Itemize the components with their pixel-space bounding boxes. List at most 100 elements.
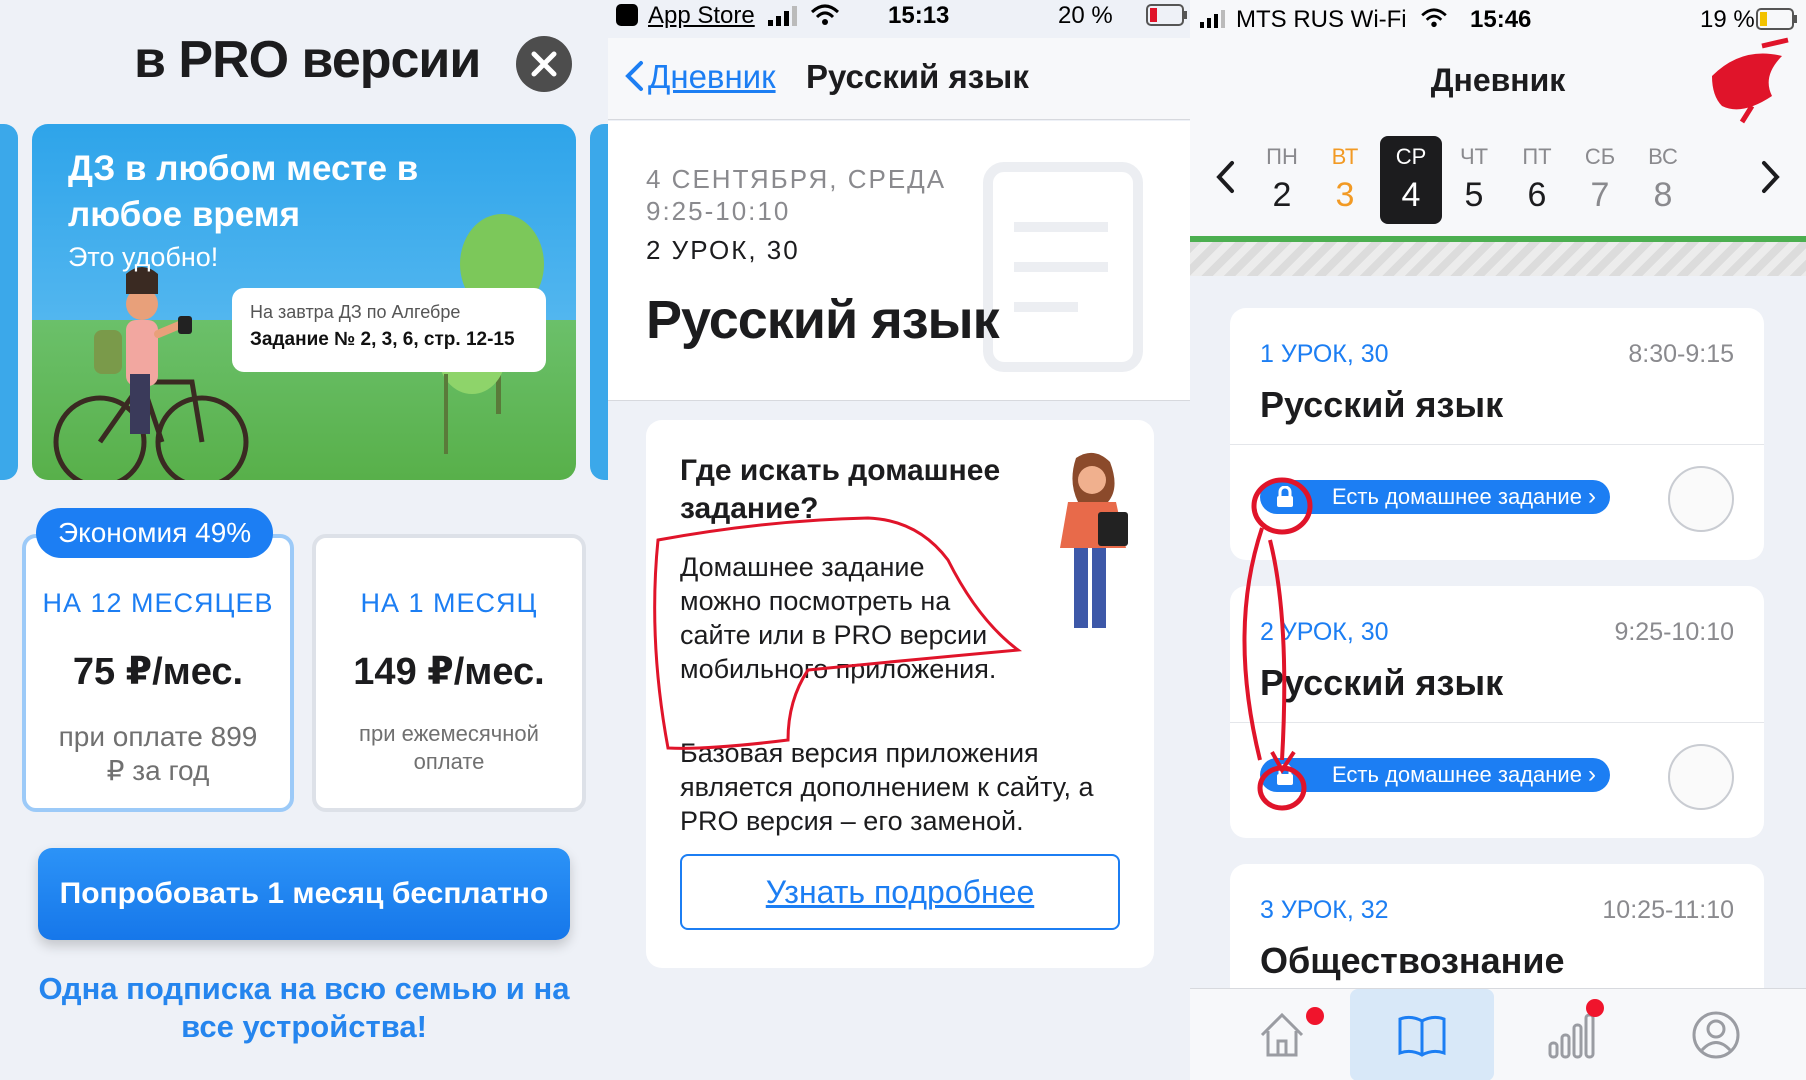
family-subscription-note: Одна подписка на всю семью и на все устр… bbox=[38, 971, 570, 1044]
signal-icon bbox=[1200, 10, 1225, 28]
teacher-illustration bbox=[1060, 452, 1128, 628]
homework-label: Есть домашнее задание bbox=[1332, 484, 1582, 509]
day-fri[interactable]: ПТ 6 bbox=[1509, 136, 1565, 224]
day-thu[interactable]: ЧТ 5 bbox=[1446, 136, 1502, 224]
homework-label: Есть домашнее задание bbox=[1332, 762, 1582, 787]
home-icon bbox=[1260, 1012, 1304, 1057]
day-wed-selected[interactable]: СР 4 bbox=[1380, 136, 1442, 224]
plan-1-month[interactable]: НА 1 МЕСЯЦ 149 ₽/мес. при ежемесячной оп… bbox=[312, 534, 586, 812]
notification-bubble: На завтра ДЗ по Алгебре Задание № 2, 3, … bbox=[232, 288, 546, 372]
carousel-prev-slide[interactable] bbox=[0, 124, 18, 480]
tab-grades[interactable] bbox=[1498, 989, 1642, 1080]
lesson-number: 1 УРОК, 30 bbox=[1260, 340, 1389, 368]
info-card: Где искать домашнее задание? Домашнее за… bbox=[646, 420, 1154, 968]
homework-pill[interactable]: Есть домашнее задание › bbox=[1260, 480, 1610, 514]
diary-header: MTS RUS Wi-Fi 15:46 19 % Дневник ПН 2 ВТ… bbox=[1190, 0, 1806, 236]
info-card-heading: Где искать домашнее задание? bbox=[680, 454, 1001, 525]
close-icon bbox=[531, 51, 557, 77]
day-date: 8 bbox=[1653, 176, 1673, 214]
chevron-left-icon bbox=[625, 61, 643, 91]
day-date: 4 bbox=[1401, 176, 1421, 214]
chevron-right-icon: › bbox=[1588, 483, 1596, 510]
day-date: 7 bbox=[1590, 176, 1610, 214]
chevron-left-icon[interactable] bbox=[1214, 160, 1236, 194]
done-checkbox[interactable] bbox=[1668, 466, 1734, 532]
lesson-header: 4 СЕНТЯБРЯ, СРЕДА 9:25-10:10 2 УРОК, 30 … bbox=[608, 121, 1190, 401]
info-card-text-2: Базовая версия приложения является допол… bbox=[680, 738, 1094, 836]
day-name: ВС bbox=[1648, 144, 1678, 169]
promo-heading: ДЗ в любом месте в любое время bbox=[68, 149, 419, 234]
battery-icon bbox=[1146, 4, 1187, 26]
lesson-card[interactable]: 2 УРОК, 30 9:25-10:10 Русский язык Есть … bbox=[1230, 586, 1764, 838]
done-checkbox[interactable] bbox=[1668, 744, 1734, 810]
plan-note: при оплате 899 ₽ за год bbox=[58, 721, 258, 786]
day-name: ПТ bbox=[1522, 144, 1552, 169]
status-bar: App Store 15:13 20 % bbox=[608, 0, 1190, 34]
nav-bar: Дневник Русский язык bbox=[608, 38, 1190, 120]
promo-slide[interactable]: ДЗ в любом месте в любое время Это удобн… bbox=[32, 124, 576, 480]
paywall-title: в PRO версии bbox=[134, 31, 481, 89]
tab-diary[interactable] bbox=[1350, 989, 1494, 1080]
lesson-time: 10:25-11:10 bbox=[1602, 896, 1734, 924]
tab-home[interactable] bbox=[1210, 989, 1354, 1080]
back-button-label: Дневник bbox=[648, 58, 776, 95]
day-name: СБ bbox=[1584, 144, 1616, 169]
battery-icon bbox=[1756, 8, 1797, 30]
carousel-next-slide[interactable] bbox=[590, 124, 608, 480]
notebook-watermark-icon bbox=[983, 162, 1143, 372]
day-name: ВТ bbox=[1331, 144, 1359, 169]
lock-icon bbox=[1277, 486, 1293, 507]
divider bbox=[1230, 722, 1764, 723]
status-back-app[interactable]: App Store bbox=[648, 2, 755, 30]
try-free-button[interactable]: Попробовать 1 месяц бесплатно bbox=[38, 848, 570, 940]
close-button[interactable] bbox=[516, 36, 572, 92]
status-time: 15:13 bbox=[888, 2, 950, 29]
lesson-subject: Русский язык bbox=[646, 290, 1000, 350]
wifi-icon bbox=[810, 4, 840, 25]
lesson-card[interactable]: 3 УРОК, 32 10:25-11:10 Обществознание bbox=[1230, 864, 1764, 1004]
lesson-card[interactable]: 1 УРОК, 30 8:30-9:15 Русский язык Есть д… bbox=[1230, 308, 1764, 560]
divider bbox=[1230, 444, 1764, 445]
lesson-number: 2 УРОК, 30 bbox=[646, 235, 800, 265]
battery-percent: 20 % bbox=[1058, 2, 1113, 29]
learn-more-button[interactable]: Узнать подробнее bbox=[680, 854, 1120, 930]
plan-name: НА 1 МЕСЯЦ bbox=[360, 588, 538, 618]
tab-profile[interactable] bbox=[1644, 989, 1788, 1080]
chevron-right-icon[interactable] bbox=[1760, 160, 1782, 194]
day-date: 3 bbox=[1335, 176, 1355, 214]
status-bar: MTS RUS Wi-Fi 15:46 19 % bbox=[1190, 0, 1806, 34]
lesson-subject: Русский язык bbox=[1260, 384, 1504, 425]
book-icon bbox=[1398, 1015, 1446, 1057]
day-mon[interactable]: ПН 2 bbox=[1254, 136, 1310, 224]
plan-price: 149 ₽/мес. bbox=[353, 651, 545, 693]
day-tue[interactable]: ВТ 3 bbox=[1317, 136, 1373, 224]
profile-icon bbox=[1692, 1011, 1740, 1059]
week-selector: ПН 2 ВТ 3 СР 4 ЧТ 5 ПТ 6 СБ 7 ВС 8 bbox=[1214, 136, 1780, 226]
day-date: 6 bbox=[1527, 176, 1547, 214]
bubble-line-1: На завтра ДЗ по Алгебре bbox=[250, 302, 461, 322]
lesson-subject: Русский язык bbox=[1260, 662, 1504, 703]
red-scribble-mark bbox=[1712, 37, 1789, 124]
back-to-app-icon[interactable] bbox=[616, 4, 638, 26]
plan-12-months[interactable]: НА 12 МЕСЯЦЕВ 75 ₽/мес. при оплате 899 ₽… bbox=[22, 534, 294, 812]
lock-icon bbox=[1277, 764, 1293, 785]
day-date: 2 bbox=[1272, 176, 1292, 214]
wifi-icon bbox=[1421, 8, 1447, 28]
homework-pill[interactable]: Есть домашнее задание › bbox=[1260, 758, 1610, 792]
day-sun[interactable]: ВС 8 bbox=[1635, 136, 1691, 224]
week-progress-stripe bbox=[1190, 236, 1806, 276]
notification-dot bbox=[1306, 1007, 1324, 1025]
lesson-date-text: 4 СЕНТЯБРЯ, СРЕДА bbox=[646, 164, 947, 194]
day-name: ПН bbox=[1266, 144, 1298, 169]
day-sat[interactable]: СБ 7 bbox=[1572, 136, 1628, 224]
chevron-right-icon: › bbox=[1588, 761, 1596, 788]
lesson-time: 9:25-10:10 bbox=[1614, 618, 1734, 646]
back-button[interactable]: Дневник bbox=[624, 58, 776, 96]
lesson-date: 4 СЕНТЯБРЯ, СРЕДА 9:25-10:10 bbox=[646, 163, 946, 227]
savings-badge: Экономия 49% bbox=[36, 508, 274, 558]
lesson-time-text: 9:25-10:10 bbox=[646, 196, 791, 226]
battery-percent: 19 % bbox=[1700, 6, 1755, 33]
diary-panel: MTS RUS Wi-Fi 15:46 19 % Дневник ПН 2 ВТ… bbox=[1190, 0, 1806, 1080]
plan-price: 75 ₽/мес. bbox=[72, 651, 244, 693]
chart-icon bbox=[1548, 1013, 1595, 1059]
